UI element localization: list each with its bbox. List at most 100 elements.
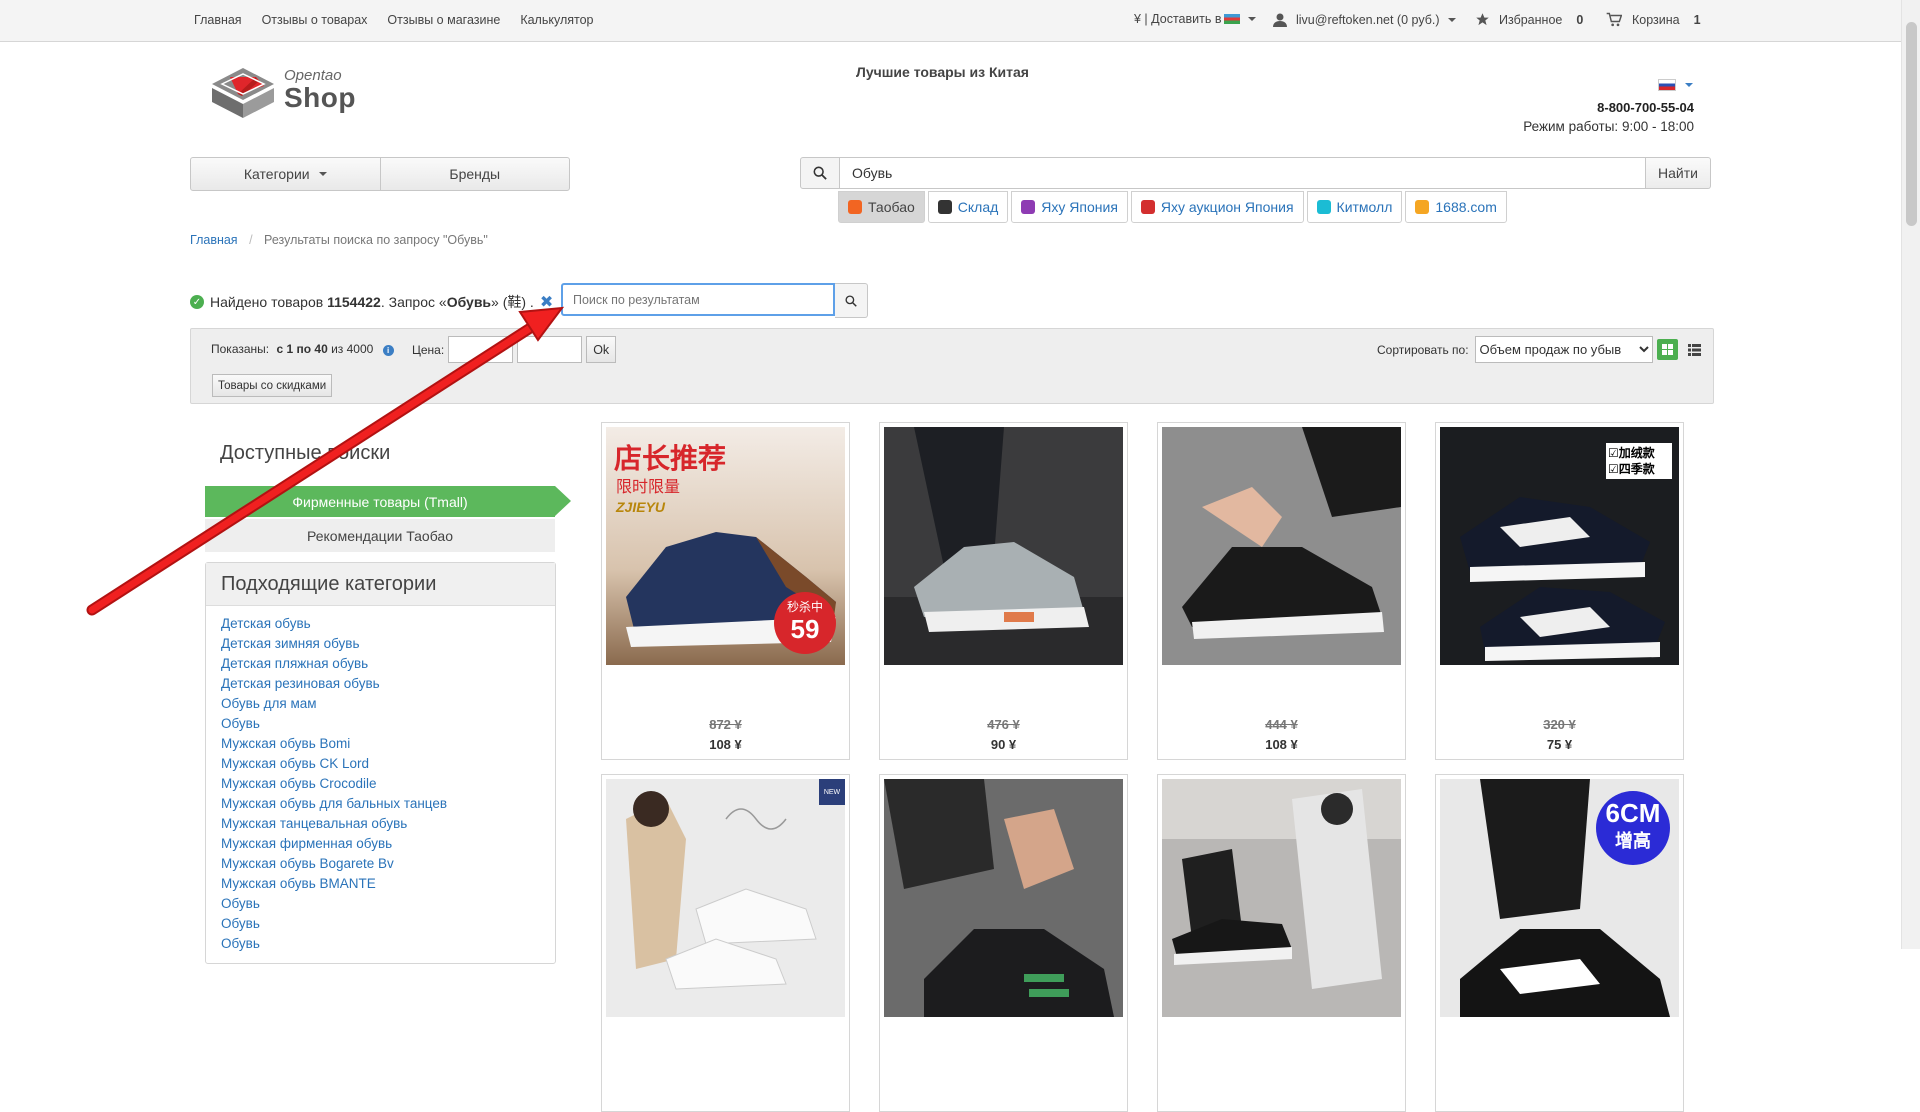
- user-menu[interactable]: livu@reftoken.net (0 руб.): [1272, 12, 1456, 28]
- product-card[interactable]: 476 ¥ 90 ¥: [879, 422, 1128, 760]
- category-link[interactable]: Детская пляжная обувь: [221, 654, 555, 674]
- product-card[interactable]: 店长推荐 限时限量 ZJIEYU 秒杀中 59 872 ¥ 108 ¥: [601, 422, 850, 760]
- product-image: NEW: [606, 779, 845, 1017]
- search-button[interactable]: Найти: [1646, 157, 1711, 189]
- category-link[interactable]: Обувь: [221, 714, 555, 734]
- search-input[interactable]: [840, 157, 1646, 189]
- product-price: 108 ¥: [1265, 737, 1298, 752]
- tab-1688[interactable]: 1688.com: [1405, 191, 1507, 223]
- product-card[interactable]: [879, 774, 1128, 1112]
- category-link[interactable]: Мужская обувь CK Lord: [221, 754, 555, 774]
- tmall-button[interactable]: Фирменные товары (Tmall): [205, 486, 571, 517]
- list-view-icon: [1688, 343, 1701, 356]
- nav-product-reviews[interactable]: Отзывы о товарах: [262, 13, 368, 27]
- promo-subline: 限时限量: [616, 477, 681, 496]
- clear-query-icon[interactable]: ✖: [540, 292, 553, 312]
- favorites-count: 0: [1576, 12, 1584, 27]
- category-link[interactable]: Мужская обувь Bomi: [221, 734, 555, 754]
- delivery-selector[interactable]: ¥ | Доставить в: [1134, 12, 1257, 26]
- query-text: Обувь: [446, 294, 492, 310]
- categories-button[interactable]: Категории: [191, 158, 380, 190]
- price-min-input[interactable]: [448, 336, 514, 363]
- sale-badge-price: 59: [790, 614, 820, 644]
- russia-flag-icon: [1658, 78, 1676, 91]
- category-link[interactable]: Обувь: [221, 894, 555, 914]
- category-link[interactable]: Детская обувь: [221, 614, 555, 634]
- tab-warehouse[interactable]: Склад: [927, 191, 1009, 223]
- category-link[interactable]: Детская резиновая обувь: [221, 674, 555, 694]
- product-card[interactable]: [1157, 774, 1406, 1112]
- filter-panel: Показаны: с 1 по 40 из 4000 i Цена: Ok Т…: [190, 328, 1714, 404]
- category-link[interactable]: Обувь: [221, 914, 555, 934]
- taobao-recommendations-button[interactable]: Рекомендации Таобао: [205, 519, 555, 552]
- breadcrumb-home[interactable]: Главная: [190, 233, 238, 247]
- results-search-button[interactable]: [835, 283, 868, 318]
- tab-yahoo-auction[interactable]: Яху аукцион Япония: [1130, 191, 1304, 223]
- product-card[interactable]: NEW: [601, 774, 850, 1112]
- category-link[interactable]: Обувь для мам: [221, 694, 555, 714]
- nav-calculator[interactable]: Калькулятор: [520, 13, 593, 27]
- shown-range: Показаны: с 1 по 40 из 4000 i: [211, 342, 394, 356]
- info-icon[interactable]: i: [382, 345, 394, 356]
- cart-label: Корзина: [1632, 12, 1680, 27]
- yahoo-auction-icon: [1140, 200, 1155, 214]
- azerbaijan-flag-icon: [1224, 14, 1241, 24]
- price-filter: Цена: Ok: [412, 336, 617, 363]
- tab-taobao[interactable]: Таобао: [838, 191, 925, 223]
- category-link[interactable]: Детская зимняя обувь: [221, 634, 555, 654]
- favorites-link[interactable]: Избранное 0: [1475, 12, 1583, 27]
- product-old-price: 320 ¥: [1543, 717, 1576, 732]
- category-link[interactable]: Мужская обувь для бальных танцев: [221, 794, 555, 814]
- sort-select[interactable]: Объем продаж по убыв: [1474, 336, 1653, 363]
- provider-tabs: Таобао Склад Яху Япония Яху аукцион Япон…: [838, 191, 1507, 223]
- tab-1688-label: 1688.com: [1435, 199, 1497, 215]
- product-image: [1162, 427, 1401, 665]
- language-selector[interactable]: [1658, 76, 1693, 91]
- price-max-input[interactable]: [517, 336, 583, 363]
- sort-label: Сортировать по:: [1377, 342, 1469, 357]
- category-link[interactable]: Мужская обувь BMANTE: [221, 874, 555, 894]
- page-scrollbar[interactable]: [1901, 0, 1920, 949]
- height-badge-label: 增高: [1615, 831, 1651, 852]
- product-card[interactable]: 444 ¥ 108 ¥: [1157, 422, 1406, 760]
- working-hours: Режим работы: 9:00 - 18:00: [1523, 119, 1694, 134]
- price-ok-button[interactable]: Ok: [586, 336, 617, 363]
- search-icon-box[interactable]: [800, 157, 840, 189]
- logo-box-icon: [212, 68, 274, 118]
- feature-tags: ☑加绒款 ☑四季款: [1606, 443, 1672, 479]
- cart-link[interactable]: Корзина 1: [1606, 12, 1701, 27]
- category-link[interactable]: Мужская обувь Bogarete Bv: [221, 854, 555, 874]
- product-price: 75 ¥: [1546, 737, 1573, 752]
- breadcrumb-current: Результаты поиска по запросу "Обувь": [264, 233, 488, 247]
- price-label: Цена:: [412, 342, 445, 357]
- tab-yahoo-japan[interactable]: Яху Япония: [1011, 191, 1128, 223]
- height-badge-value: 6CM: [1605, 798, 1661, 828]
- product-image: ☑加绒款 ☑四季款: [1440, 427, 1679, 665]
- yahoo-icon: [1021, 200, 1036, 214]
- sort-control: Сортировать по: Объем продаж по убыв: [1377, 336, 1653, 363]
- category-link[interactable]: Мужская фирменная обувь: [221, 834, 555, 854]
- catalog-menu: Категории Бренды: [190, 157, 570, 191]
- results-search-input[interactable]: [561, 283, 835, 316]
- category-link[interactable]: Мужская обувь Crocodile: [221, 774, 555, 794]
- product-card[interactable]: ☑加绒款 ☑四季款 320 ¥ 75 ¥: [1435, 422, 1684, 760]
- breadcrumb: Главная / Результаты поиска по запросу "…: [190, 233, 488, 247]
- grid-view-button[interactable]: [1657, 339, 1678, 360]
- brands-button[interactable]: Бренды: [379, 158, 570, 190]
- scrollbar-thumb[interactable]: [1906, 22, 1917, 226]
- site-logo[interactable]: Opentao Shop: [208, 62, 368, 120]
- product-old-price: 872 ¥: [709, 717, 742, 732]
- list-view-button[interactable]: [1684, 339, 1705, 360]
- chevron-down-icon: [1248, 17, 1257, 21]
- nav-store-reviews[interactable]: Отзывы о магазине: [387, 13, 500, 27]
- chevron-down-icon: [1447, 18, 1456, 22]
- discount-button[interactable]: Товары со скидками: [212, 374, 333, 397]
- category-link[interactable]: Мужская танцевальная обувь: [221, 814, 555, 834]
- tagline: Лучшие товары из Китая: [856, 64, 1029, 80]
- product-card[interactable]: 6CM 增高: [1435, 774, 1684, 1112]
- product-brand: ZJIEYU: [616, 499, 666, 515]
- nav-home[interactable]: Главная: [194, 13, 242, 27]
- user-icon: [1273, 13, 1287, 27]
- category-link[interactable]: Обувь: [221, 934, 555, 954]
- tab-kitmall[interactable]: Китмолл: [1306, 191, 1403, 223]
